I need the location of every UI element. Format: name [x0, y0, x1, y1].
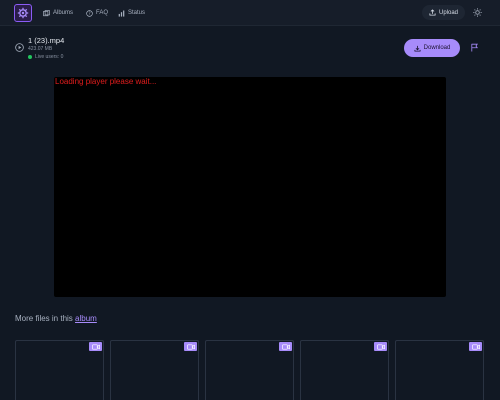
- related-file-card[interactable]: [395, 340, 484, 400]
- video-type-badge: [89, 342, 102, 351]
- nav-status-label: Status: [128, 10, 146, 16]
- sun-icon: [473, 8, 482, 17]
- related-file-card[interactable]: [15, 340, 104, 400]
- related-file-card[interactable]: [205, 340, 294, 400]
- related-file-card[interactable]: [300, 340, 389, 400]
- logo-icon[interactable]: [14, 4, 32, 22]
- more-files-prefix: More files in this: [15, 314, 73, 323]
- upload-icon: [429, 9, 436, 16]
- video-type-badge: [279, 342, 292, 351]
- play-circle-icon: [15, 43, 24, 52]
- video-camera-icon: [376, 343, 385, 350]
- album-link[interactable]: album: [75, 314, 97, 323]
- nav-albums[interactable]: Albums: [43, 8, 73, 18]
- help-circle-icon: ?: [86, 9, 93, 17]
- top-navbar: Albums ? FAQ Status Upload: [0, 0, 500, 26]
- nav-albums-label: Albums: [53, 10, 74, 16]
- svg-text:?: ?: [88, 10, 90, 15]
- video-camera-icon: [471, 343, 480, 350]
- upload-button[interactable]: Upload: [422, 5, 465, 20]
- live-users-label: Live users: 0: [35, 54, 64, 60]
- video-type-badge: [469, 342, 482, 351]
- video-camera-icon: [281, 343, 290, 350]
- download-button[interactable]: Download: [404, 39, 460, 57]
- video-player[interactable]: Loading player please wait...: [54, 77, 446, 297]
- video-camera-icon: [91, 343, 100, 350]
- file-name: 1 (23).mp4: [28, 36, 65, 45]
- player-loading-message: Loading player please wait...: [55, 77, 157, 86]
- status-bars-icon: [118, 10, 125, 17]
- nav-faq-label: FAQ: [96, 10, 109, 16]
- related-file-card[interactable]: [110, 340, 199, 400]
- download-label: Download: [423, 45, 451, 51]
- theme-toggle-button[interactable]: [472, 7, 483, 18]
- video-camera-icon: [186, 343, 195, 350]
- live-status-dot: [28, 55, 32, 59]
- nav-status[interactable]: Status: [118, 8, 145, 18]
- video-type-badge: [374, 342, 387, 351]
- file-size: 423.07 MB: [28, 46, 53, 52]
- gear-logo-icon: [17, 7, 29, 19]
- report-flag-icon[interactable]: [470, 43, 479, 52]
- nav-faq[interactable]: ? FAQ: [86, 8, 108, 18]
- download-icon: [414, 45, 421, 52]
- albums-icon: [43, 9, 50, 16]
- more-files-heading: More files in this album: [15, 314, 97, 323]
- upload-label: Upload: [438, 9, 458, 16]
- video-type-badge: [184, 342, 197, 351]
- live-users: Live users: 0: [28, 54, 63, 60]
